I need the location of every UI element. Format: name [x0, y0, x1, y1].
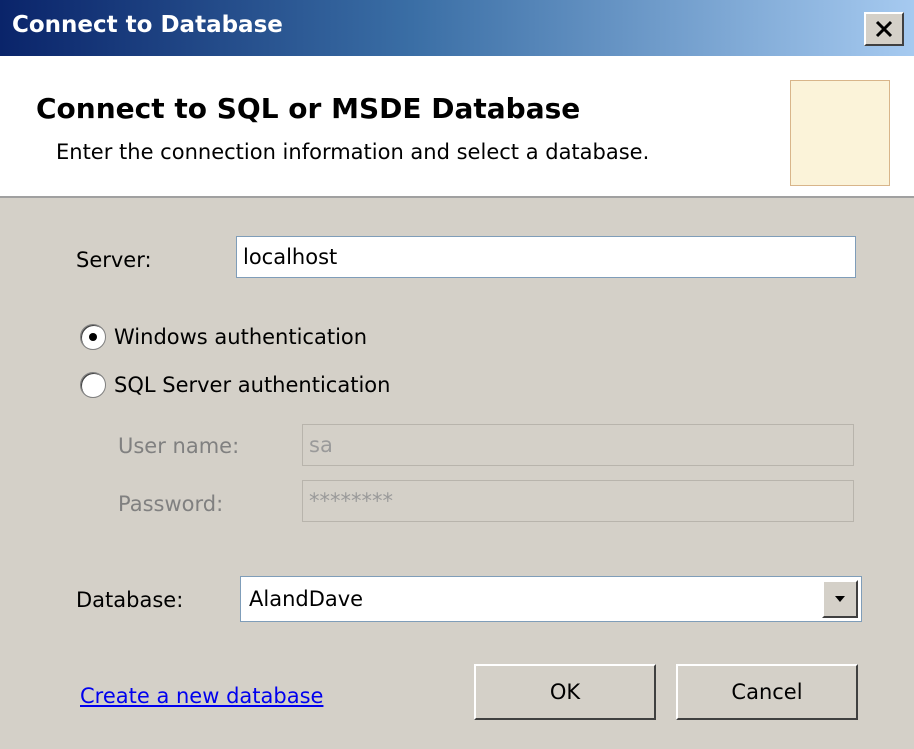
password-input-value: ********: [309, 489, 393, 513]
create-database-link[interactable]: Create a new database: [80, 684, 323, 708]
password-label: Password:: [118, 492, 224, 516]
header-subtitle: Enter the connection information and sel…: [56, 140, 650, 164]
chevron-down-icon: [835, 596, 845, 602]
database-select[interactable]: AlandDave: [240, 576, 862, 622]
sql-auth-label: SQL Server authentication: [114, 373, 391, 397]
server-input[interactable]: localhost: [236, 236, 856, 278]
header-title: Connect to SQL or MSDE Database: [36, 92, 581, 125]
header-panel: Connect to SQL or MSDE Database Enter th…: [0, 56, 914, 198]
sql-auth-radio[interactable]: SQL Server authentication: [80, 372, 390, 398]
database-label: Database:: [76, 588, 184, 612]
title-bar[interactable]: Connect to Database: [0, 0, 914, 56]
username-input[interactable]: sa: [302, 424, 854, 466]
windows-auth-radio[interactable]: Windows authentication: [80, 324, 367, 350]
close-button[interactable]: [864, 12, 904, 46]
database-select-value: AlandDave: [249, 587, 364, 611]
connect-dialog: Connect to Database Connect to SQL or MS…: [0, 0, 914, 749]
window-title: Connect to Database: [12, 12, 283, 38]
ok-button[interactable]: OK: [474, 664, 656, 720]
header-image-placeholder: [790, 80, 890, 186]
windows-auth-label: Windows authentication: [114, 325, 368, 349]
username-label: User name:: [118, 434, 240, 458]
username-input-value: sa: [309, 433, 333, 457]
password-input[interactable]: ********: [302, 480, 854, 522]
close-icon: [875, 20, 893, 38]
server-label: Server:: [76, 248, 152, 272]
cancel-button[interactable]: Cancel: [676, 664, 858, 720]
dropdown-button[interactable]: [822, 580, 858, 618]
server-input-value: localhost: [243, 245, 338, 269]
windows-auth-radio-dot[interactable]: [80, 324, 106, 350]
sql-auth-radio-dot[interactable]: [80, 372, 106, 398]
